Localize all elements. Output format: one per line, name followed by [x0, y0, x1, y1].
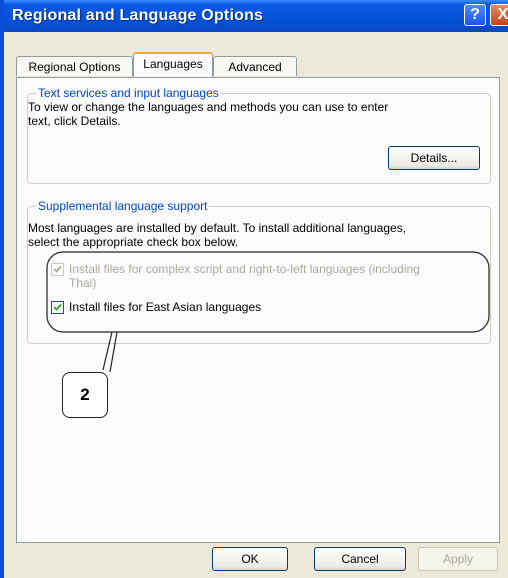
supplemental-description-line1: Most languages are installed by default.…: [28, 221, 407, 235]
complex-script-checkbox[interactable]: [51, 263, 64, 276]
text-services-group: Text services and input languages To vie…: [27, 86, 491, 184]
help-button[interactable]: ?: [464, 4, 486, 26]
callout-label: 2: [80, 385, 90, 404]
languages-tab-panel: Text services and input languages To vie…: [16, 77, 500, 543]
help-icon: ?: [470, 6, 480, 23]
checkmark-icon: [53, 265, 62, 273]
apply-button[interactable]: Apply: [418, 547, 498, 571]
tab-label: Advanced: [228, 60, 282, 74]
details-button-label: Details...: [410, 151, 458, 165]
details-button[interactable]: Details...: [388, 146, 480, 170]
tab-label: Regional Options: [28, 60, 121, 74]
complex-script-label-line2: Thai): [69, 276, 97, 290]
dialog-window: Regional and Language Options ? X Region…: [0, 0, 508, 578]
close-button[interactable]: X: [490, 4, 508, 26]
text-services-description-line1: To view or change the languages and meth…: [28, 100, 389, 114]
supplemental-language-group: Supplemental language support Most langu…: [27, 199, 491, 344]
complex-script-label-line1: Install files for complex script and rig…: [69, 262, 420, 276]
title-bar[interactable]: Regional and Language Options ? X: [4, 0, 508, 32]
cancel-button-label: Cancel: [341, 552, 379, 566]
text-services-description-line2: text, click Details.: [28, 114, 121, 128]
group-legend: Text services and input languages: [36, 86, 221, 100]
supplemental-description-line2: select the appropriate check box below.: [28, 235, 239, 249]
apply-button-label: Apply: [442, 552, 474, 566]
window-title: Regional and Language Options: [12, 7, 264, 24]
ok-button[interactable]: OK: [212, 547, 288, 571]
ok-button-label: OK: [241, 552, 259, 566]
cancel-button[interactable]: Cancel: [314, 547, 406, 571]
tab-languages[interactable]: Languages: [133, 52, 213, 77]
tab-regional-options[interactable]: Regional Options: [16, 56, 133, 76]
tab-advanced[interactable]: Advanced: [213, 56, 297, 76]
tab-label: Languages: [143, 57, 203, 71]
callout-number-badge: 2: [62, 372, 108, 418]
east-asian-label: Install files for East Asian languages: [69, 300, 262, 314]
east-asian-checkbox[interactable]: [51, 301, 64, 314]
group-legend: Supplemental language support: [36, 199, 210, 213]
close-icon: X: [497, 6, 508, 23]
checkmark-icon: [53, 303, 62, 311]
